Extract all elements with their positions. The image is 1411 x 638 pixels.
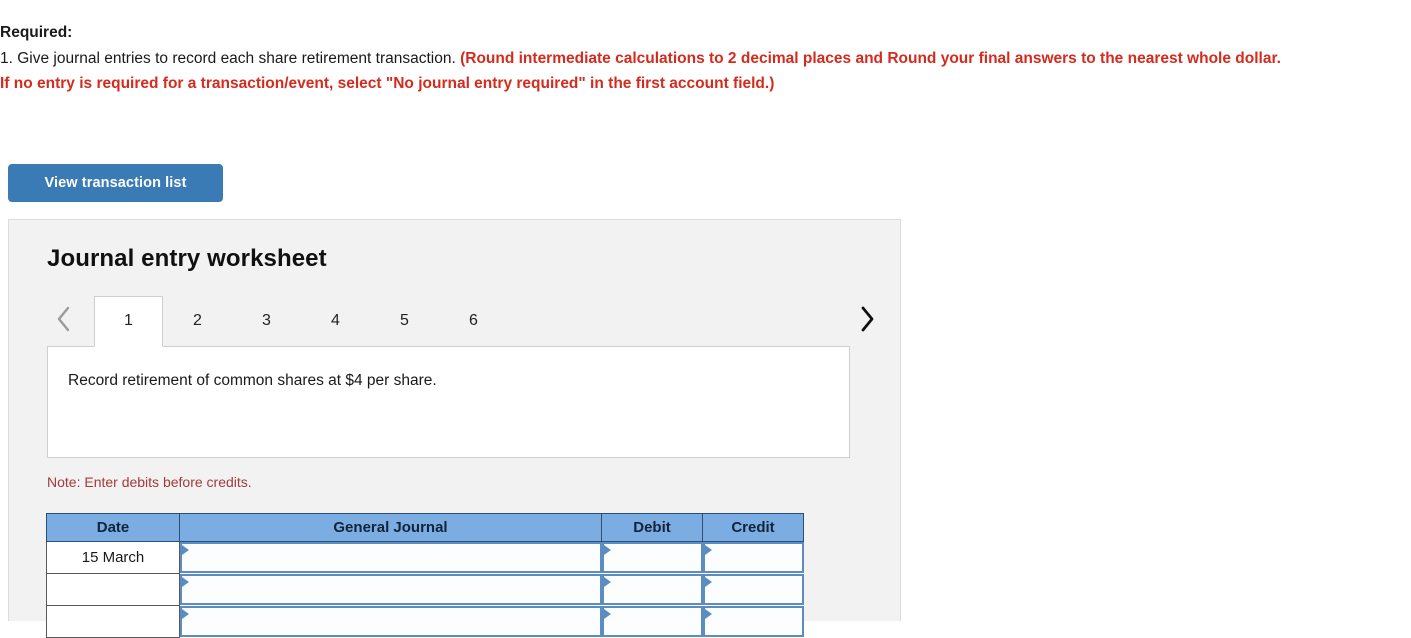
debit-input[interactable] bbox=[611, 576, 703, 605]
debit-cell[interactable] bbox=[601, 573, 703, 606]
general-journal-cell[interactable] bbox=[179, 573, 602, 606]
general-journal-cell[interactable] bbox=[179, 605, 602, 638]
dropdown-caret-icon bbox=[182, 545, 189, 556]
table-row bbox=[46, 605, 804, 638]
dropdown-caret-icon bbox=[182, 609, 189, 619]
required-item-number: 1. bbox=[0, 50, 13, 67]
debit-input[interactable] bbox=[611, 608, 703, 637]
dropdown-caret-icon bbox=[603, 609, 611, 619]
tab-3[interactable]: 3 bbox=[232, 296, 301, 347]
tab-1[interactable]: 1 bbox=[94, 296, 163, 347]
column-header-date: Date bbox=[46, 513, 180, 542]
general-journal-input[interactable] bbox=[190, 608, 600, 637]
table-row: 15 March bbox=[46, 541, 804, 574]
table-header-row: Date General Journal Debit Credit bbox=[46, 513, 804, 542]
credit-input[interactable] bbox=[712, 544, 804, 574]
tab-5[interactable]: 5 bbox=[370, 296, 439, 347]
debit-cell[interactable] bbox=[601, 605, 703, 638]
credit-input[interactable] bbox=[712, 608, 804, 637]
dropdown-caret-icon bbox=[603, 577, 611, 587]
required-label: Required: bbox=[0, 24, 73, 41]
general-journal-input[interactable] bbox=[190, 544, 600, 574]
transaction-description-text: Record retirement of common shares at $4… bbox=[68, 372, 437, 389]
dropdown-caret-icon bbox=[603, 545, 611, 556]
credit-cell[interactable] bbox=[702, 573, 804, 606]
debits-before-credits-note: Note: Enter debits before credits. bbox=[47, 474, 252, 490]
column-header-debit: Debit bbox=[601, 513, 703, 542]
credit-cell[interactable] bbox=[702, 605, 804, 638]
debit-input[interactable] bbox=[611, 544, 703, 574]
view-transaction-list-button[interactable]: View transaction list bbox=[8, 164, 223, 202]
date-cell bbox=[46, 605, 180, 638]
date-cell bbox=[46, 573, 180, 606]
chevron-left-icon[interactable] bbox=[49, 302, 79, 336]
required-emphasis-line-3: the first account field.) bbox=[608, 75, 775, 92]
date-cell: 15 March bbox=[46, 541, 180, 574]
dropdown-caret-icon bbox=[704, 545, 712, 556]
table-row bbox=[46, 573, 804, 606]
transaction-description-box: Record retirement of common shares at $4… bbox=[47, 346, 850, 458]
column-header-credit: Credit bbox=[702, 513, 804, 542]
general-journal-input[interactable] bbox=[190, 576, 600, 605]
chevron-right-icon[interactable] bbox=[852, 302, 882, 336]
required-emphasis-line-1: (Round intermediate calculations to 2 de… bbox=[460, 50, 937, 67]
journal-entry-table: Date General Journal Debit Credit 15 Mar… bbox=[46, 513, 804, 638]
tab-4[interactable]: 4 bbox=[301, 296, 370, 347]
page-title: Journal entry worksheet bbox=[47, 245, 327, 272]
dropdown-caret-icon bbox=[704, 609, 712, 619]
journal-entry-worksheet-panel: Journal entry worksheet 1 2 3 4 5 6 Reco… bbox=[8, 219, 901, 638]
dropdown-caret-icon bbox=[182, 577, 189, 587]
dropdown-caret-icon bbox=[704, 577, 712, 587]
column-header-general-journal: General Journal bbox=[179, 513, 602, 542]
credit-cell[interactable] bbox=[702, 541, 804, 574]
required-instructions: Required: 1. Give journal entries to rec… bbox=[0, 20, 1290, 96]
tab-2[interactable]: 2 bbox=[163, 296, 232, 347]
tab-6[interactable]: 6 bbox=[439, 296, 508, 347]
general-journal-cell[interactable] bbox=[179, 541, 602, 574]
credit-input[interactable] bbox=[712, 576, 804, 605]
debit-cell[interactable] bbox=[601, 541, 703, 574]
required-instruction-text: Give journal entries to record each shar… bbox=[17, 50, 456, 67]
worksheet-tab-bar: 1 2 3 4 5 6 bbox=[47, 292, 882, 347]
